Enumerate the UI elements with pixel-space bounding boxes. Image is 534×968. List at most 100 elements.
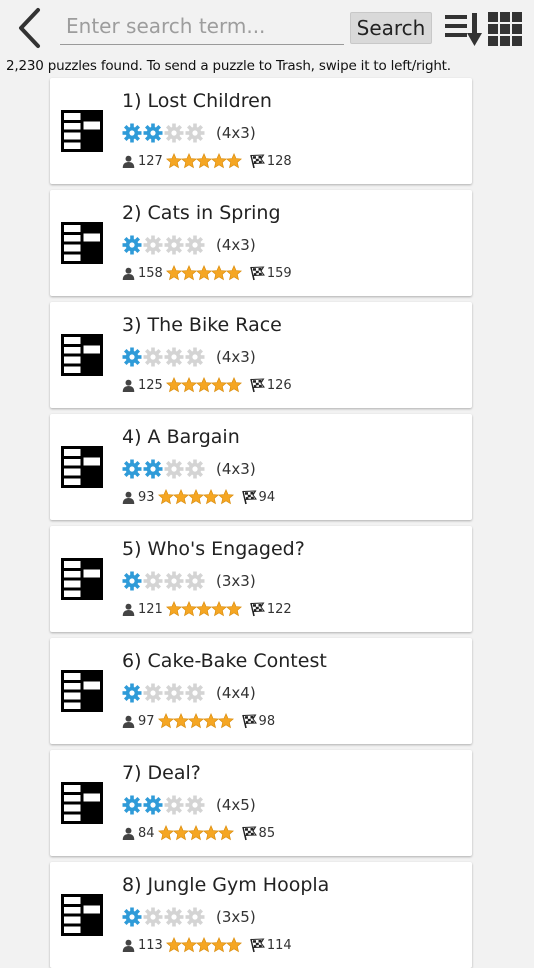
puzzle-card[interactable]: 7) Deal? (4x5) 84 85 [50, 750, 472, 856]
puzzle-grid-thumbnail-icon [61, 782, 103, 824]
back-button[interactable] [12, 6, 46, 50]
star-icon [195, 265, 212, 281]
star-icon [210, 265, 227, 281]
star-rating [165, 601, 242, 617]
gear-icon [185, 683, 205, 703]
star-icon [225, 153, 242, 169]
star-icon [180, 377, 197, 393]
top-bar: Search [0, 0, 534, 56]
gear-icon [143, 459, 163, 479]
star-icon [210, 153, 227, 169]
finished-count: 114 [266, 937, 292, 953]
star-icon [210, 937, 227, 953]
star-rating [157, 489, 234, 505]
gear-icon [143, 235, 163, 255]
puzzle-title: 6) Cake-Bake Contest [122, 650, 327, 672]
gear-icon [122, 571, 142, 591]
puzzle-card[interactable]: 2) Cats in Spring (4x3) 158 159 [50, 190, 472, 296]
puzzle-card[interactable]: 1) Lost Children (4x3) 127 128 [50, 78, 472, 184]
finished-count: 122 [266, 601, 292, 617]
star-rating [157, 713, 234, 729]
puzzle-title: 1) Lost Children [122, 90, 272, 112]
puzzle-size: (4x3) [216, 460, 256, 478]
player-icon [122, 155, 135, 168]
puzzle-stats: 113 114 [122, 936, 292, 954]
grid-icon [488, 12, 522, 46]
star-icon [187, 713, 204, 729]
star-icon [225, 937, 242, 953]
player-count: 127 [138, 153, 163, 169]
puzzle-size: (4x5) [216, 796, 256, 814]
star-icon [180, 153, 197, 169]
checkered-flag-icon [250, 265, 265, 280]
checkered-flag-icon [241, 489, 257, 504]
star-icon [180, 265, 197, 281]
gear-icon [122, 795, 142, 815]
puzzle-grid-thumbnail-icon [61, 558, 103, 600]
star-icon [172, 713, 189, 729]
puzzle-size: (3x5) [216, 908, 256, 926]
player-icon [122, 603, 135, 616]
star-icon [165, 265, 182, 281]
puzzle-card[interactable]: 8) Jungle Gym Hoopla (3x5) 113 114 [50, 862, 472, 968]
puzzle-grid-thumbnail-icon [61, 110, 103, 152]
puzzle-size: (4x4) [216, 684, 256, 702]
puzzle-card[interactable]: 4) A Bargain (4x3) 93 94 [50, 414, 472, 520]
star-icon [195, 601, 212, 617]
player-count: 158 [138, 265, 163, 281]
star-rating [157, 825, 234, 841]
search-field-wrapper [60, 8, 344, 45]
star-rating [165, 937, 242, 953]
player-count: 97 [138, 713, 155, 729]
star-icon [187, 825, 204, 841]
gear-icon [122, 123, 142, 143]
player-count: 125 [138, 377, 163, 393]
puzzle-size: (3x3) [216, 572, 256, 590]
difficulty-rating: (3x5) [122, 906, 256, 928]
puzzle-card[interactable]: 3) The Bike Race (4x3) 125 126 [50, 302, 472, 408]
grid-view-button[interactable] [488, 12, 522, 46]
search-input[interactable] [66, 12, 338, 40]
star-icon [210, 377, 227, 393]
gear-icon [185, 571, 205, 591]
search-button[interactable]: Search [350, 12, 432, 44]
finished-count: 159 [266, 265, 292, 281]
finished-count: 128 [266, 153, 292, 169]
puzzle-stats: 84 85 [122, 824, 275, 842]
puzzle-stats: 127 128 [122, 152, 292, 170]
star-icon [165, 937, 182, 953]
difficulty-rating: (4x5) [122, 794, 256, 816]
puzzle-card[interactable]: 5) Who's Engaged? (3x3) 121 122 [50, 526, 472, 632]
player-icon [122, 715, 135, 728]
gear-icon [164, 795, 184, 815]
sort-button[interactable] [444, 12, 484, 48]
player-icon [122, 267, 135, 280]
puzzle-grid-thumbnail-icon [61, 446, 103, 488]
player-count: 113 [138, 937, 163, 953]
difficulty-rating: (4x3) [122, 346, 256, 368]
checkered-flag-icon [250, 153, 265, 168]
gear-icon [164, 683, 184, 703]
star-icon [195, 153, 212, 169]
puzzle-title: 7) Deal? [122, 762, 201, 784]
star-icon [180, 937, 197, 953]
puzzle-size: (4x3) [216, 236, 256, 254]
gear-icon [143, 571, 163, 591]
gear-icon [185, 235, 205, 255]
gear-icon [122, 459, 142, 479]
puzzle-card[interactable]: 6) Cake-Bake Contest (4x4) 97 98 [50, 638, 472, 744]
finished-count: 85 [258, 825, 276, 841]
star-icon [195, 377, 212, 393]
checkered-flag-icon [241, 713, 257, 728]
puzzle-stats: 97 98 [122, 712, 275, 730]
gear-icon [185, 459, 205, 479]
puzzle-size: (4x3) [216, 348, 256, 366]
puzzle-stats: 121 122 [122, 600, 292, 618]
difficulty-rating: (4x3) [122, 458, 256, 480]
finished-count: 94 [258, 489, 276, 505]
player-icon [122, 491, 135, 504]
gear-icon [122, 907, 142, 927]
star-icon [165, 153, 182, 169]
finished-count: 98 [258, 713, 276, 729]
puzzle-title: 2) Cats in Spring [122, 202, 281, 224]
